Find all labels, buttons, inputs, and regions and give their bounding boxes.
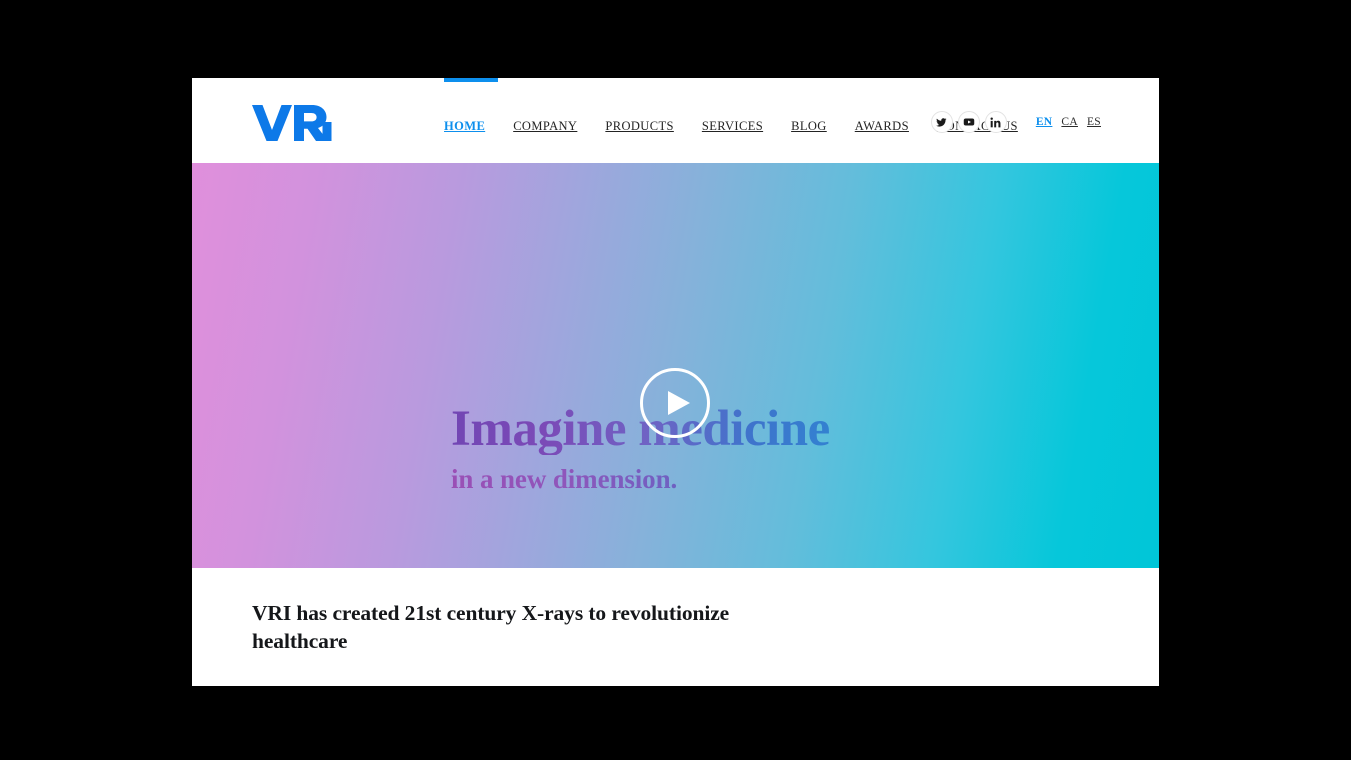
vri-logo[interactable] [252,104,332,142]
twitter-link[interactable] [930,111,953,133]
youtube-link[interactable] [957,111,980,133]
active-nav-accent-bar [444,78,498,82]
youtube-icon [963,116,975,128]
language-option-ca[interactable]: CA [1061,116,1078,128]
nav-item-blog[interactable]: BLOG [791,115,827,138]
nav-item-awards[interactable]: AWARDS [855,115,909,138]
hero-copy: Imagine medicine in a new dimension. [451,403,971,495]
language-option-es[interactable]: ES [1087,116,1101,128]
nav-item-products[interactable]: PRODUCTS [605,115,674,138]
play-video-button[interactable] [639,367,711,439]
hero-banner: Imagine medicine in a new dimension. [192,163,1159,568]
nav-item-home[interactable]: HOME [444,115,485,138]
twitter-icon [936,117,947,128]
cta-band: VRI has created 21st century X-rays to r… [192,568,1159,686]
cta-heading: VRI has created 21st century X-rays to r… [252,601,730,653]
linkedin-icon [990,117,1001,128]
nav-item-company[interactable]: COMPANY [513,115,577,138]
language-selector: EN CA ES [1036,116,1101,128]
nav-item-services[interactable]: SERVICES [702,115,763,138]
site-header: HOME COMPANY PRODUCTS SERVICES BLOG AWAR… [192,78,1159,163]
screenshot-viewport: HOME COMPANY PRODUCTS SERVICES BLOG AWAR… [0,0,1351,760]
header-utility-group: EN CA ES [930,111,1101,133]
hero-subheadline: in a new dimension. [451,463,971,495]
hero-headline: Imagine medicine [451,403,971,455]
language-option-en[interactable]: EN [1036,116,1053,128]
web-page: HOME COMPANY PRODUCTS SERVICES BLOG AWAR… [192,78,1159,686]
linkedin-link[interactable] [984,111,1007,133]
